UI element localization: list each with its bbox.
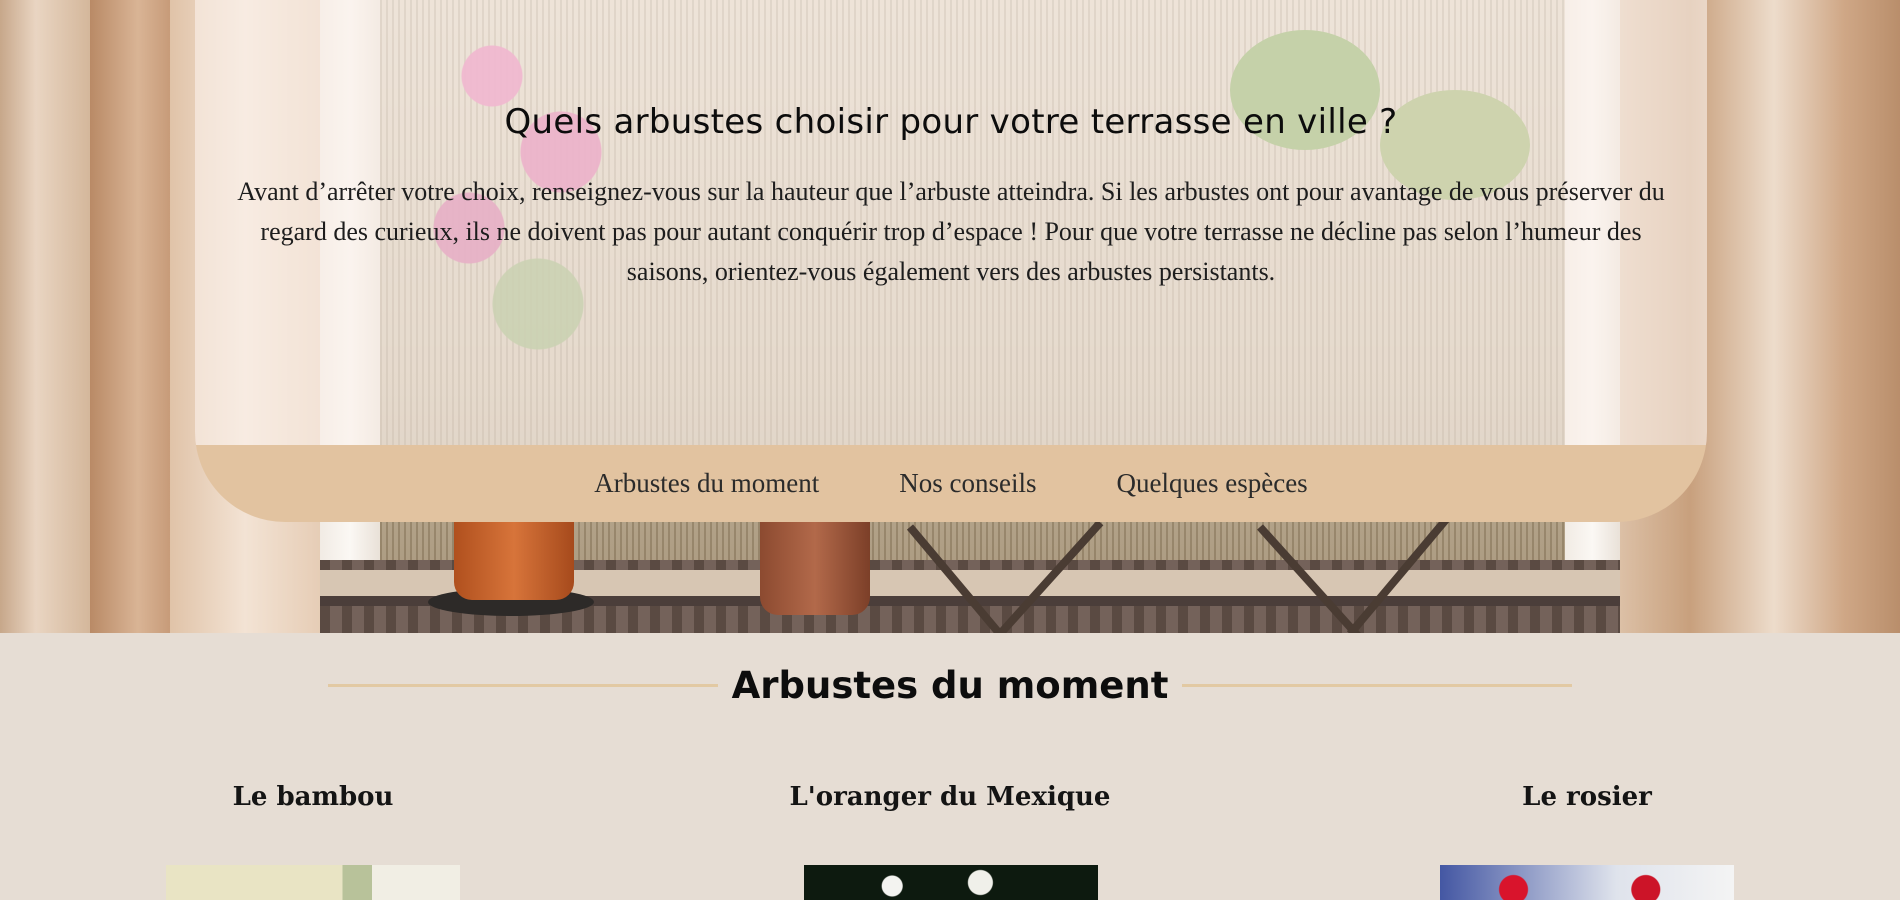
section-header: Arbustes du moment	[328, 654, 1572, 716]
intro-paragraph: Avant d’arrêter votre choix, renseignez-…	[237, 177, 1665, 286]
bamboo-image[interactable]	[166, 865, 460, 900]
shrub-title-oranger: L'oranger du Mexique	[789, 782, 1111, 812]
nav-link-quelques-especes[interactable]: Quelques espèces	[1117, 468, 1308, 499]
shrub-title-bambou: Le bambou	[232, 782, 394, 812]
curtain	[90, 0, 170, 633]
header-card: Quels arbustes choisir pour votre terras…	[195, 0, 1707, 522]
divider-left	[328, 683, 718, 687]
page-title: Quels arbustes choisir pour votre terras…	[504, 102, 1398, 142]
terracotta-pot	[760, 520, 870, 615]
rose-image[interactable]	[1440, 865, 1734, 900]
mexican-orange-image[interactable]	[804, 865, 1098, 900]
curtain	[0, 0, 90, 633]
main-navigation: Arbustes du moment Nos conseils Quelques…	[195, 445, 1707, 522]
shrub-title-rosier: Le rosier	[1522, 782, 1652, 812]
nav-link-nos-conseils[interactable]: Nos conseils	[899, 468, 1036, 499]
section-title: Arbustes du moment	[731, 663, 1169, 707]
divider-right	[1182, 683, 1572, 687]
header-card-body: Quels arbustes choisir pour votre terras…	[195, 0, 1707, 445]
terracotta-pot	[454, 520, 574, 600]
nav-link-arbustes-du-moment[interactable]: Arbustes du moment	[594, 468, 819, 499]
